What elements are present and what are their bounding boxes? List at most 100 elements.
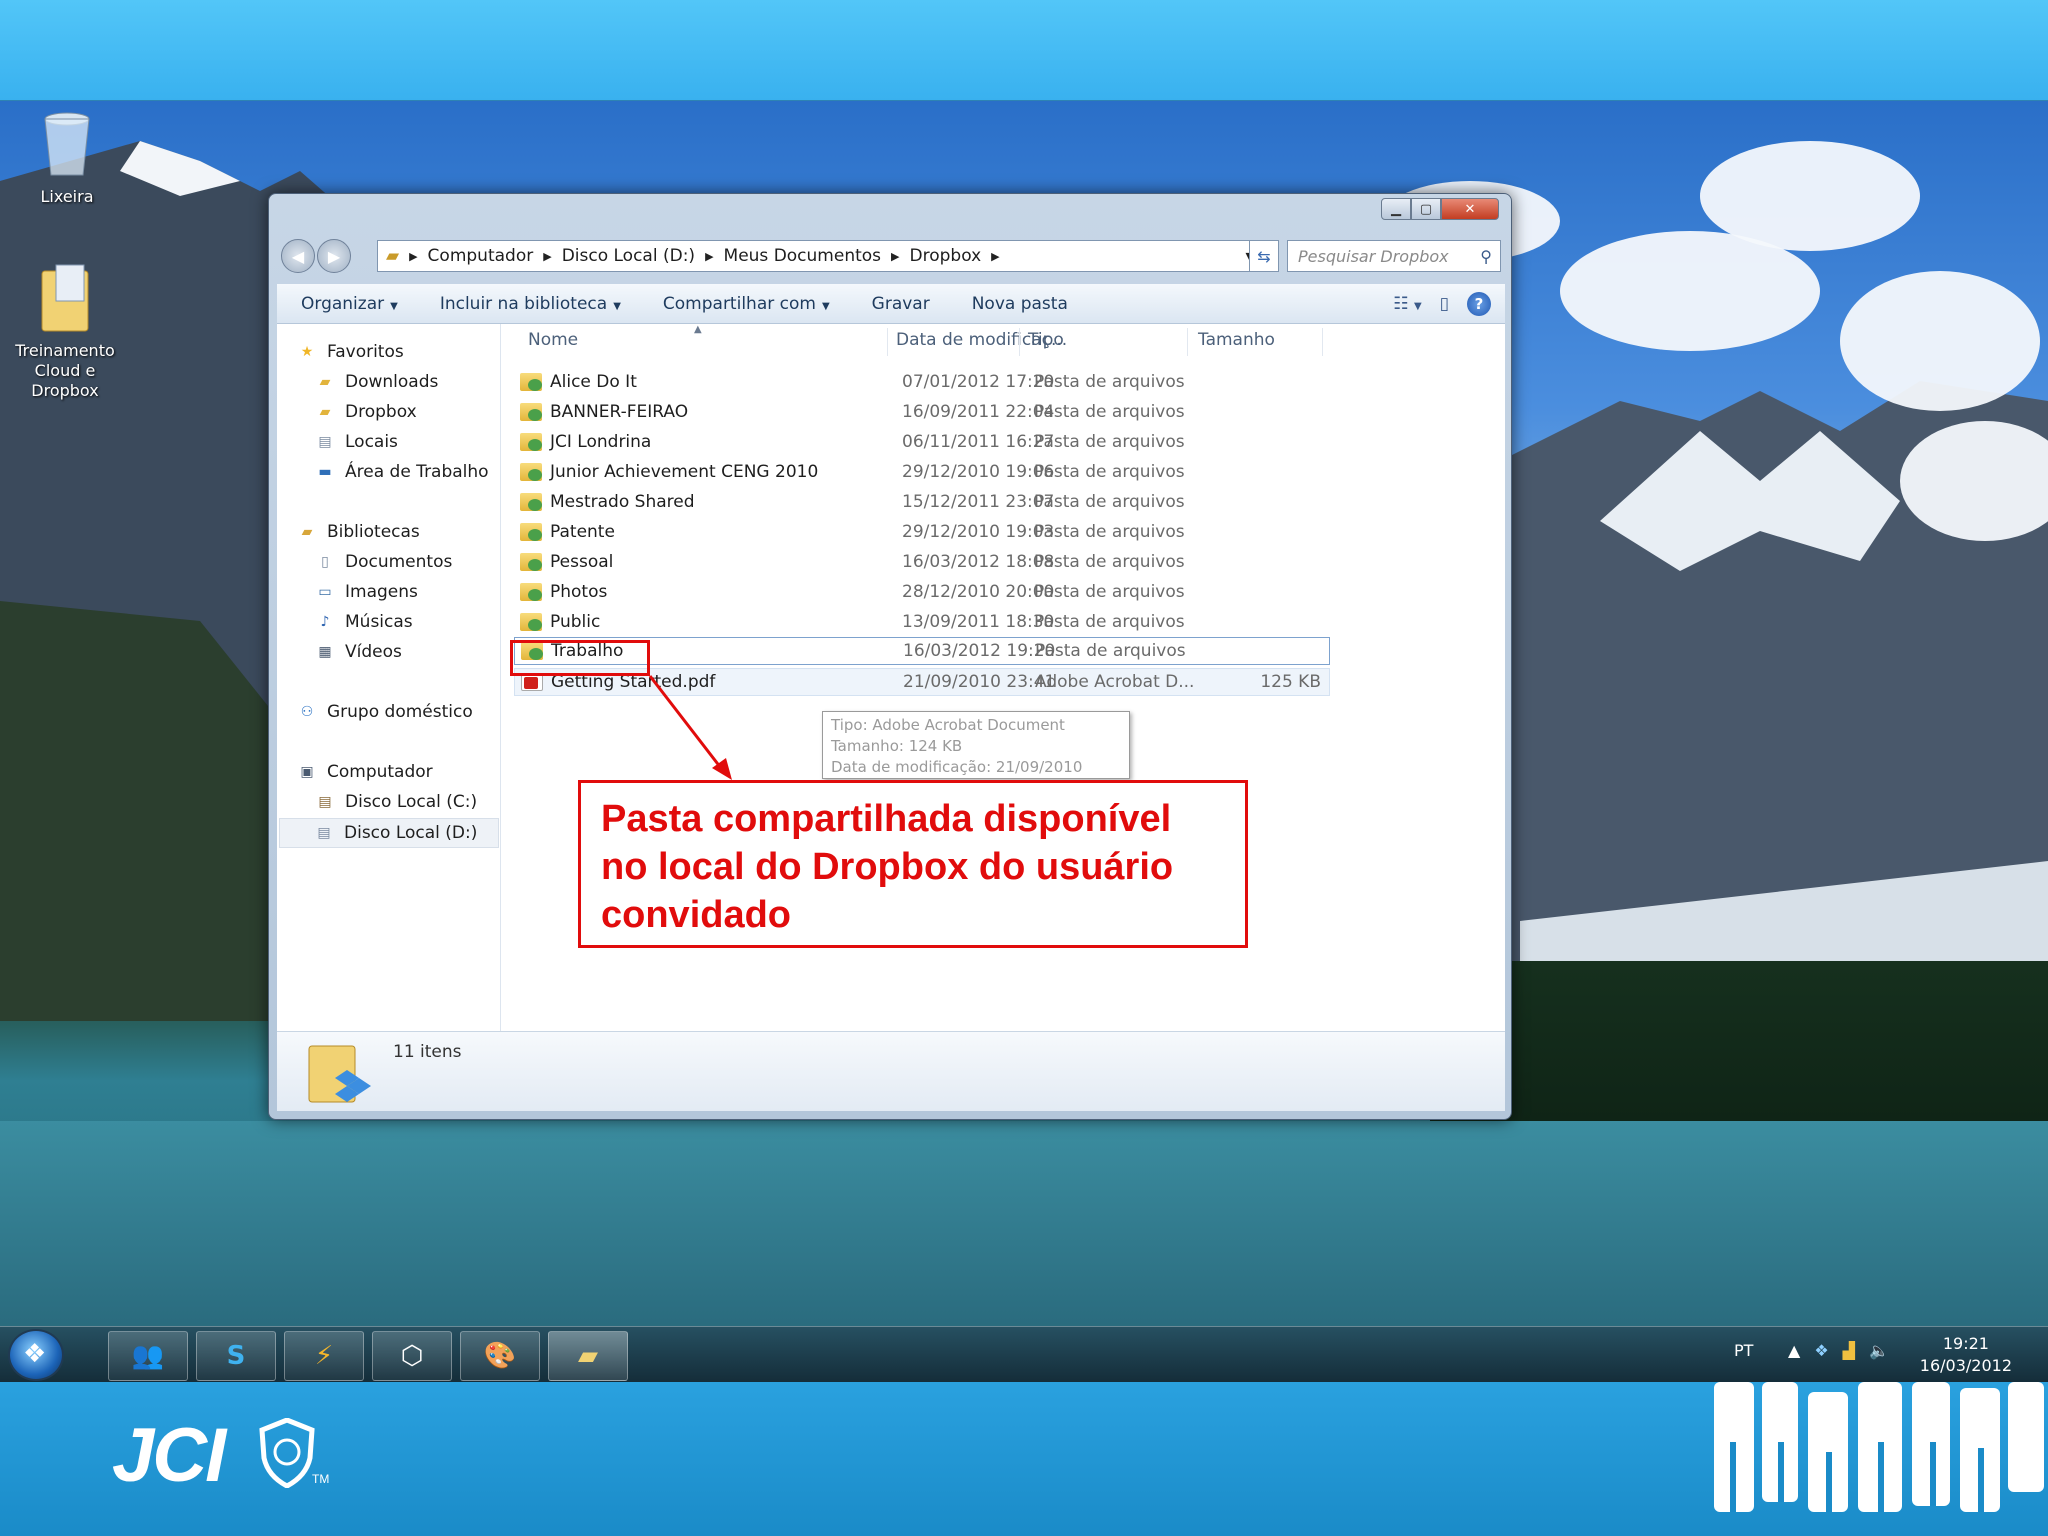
help-button[interactable]: ? (1467, 291, 1491, 316)
column-divider[interactable] (887, 328, 888, 356)
nav-disk-d-label: Disco Local (D:) (344, 823, 478, 843)
file-row[interactable]: Mestrado Shared 15/12/2011 23:07 Pasta de … (514, 488, 1330, 516)
nav-desktop[interactable]: ▬ Área de Trabalho (315, 462, 488, 482)
file-date: 07/01/2012 17:20 (902, 372, 1055, 392)
navigation-pane: ★ Favoritos ▰ Downloads ▰ Dropbox ▤ Locais ▬… (277, 324, 501, 1031)
taskbar-app[interactable]: ⚡ (284, 1331, 364, 1381)
search-input[interactable]: Pesquisar Dropbox ⚲ (1287, 240, 1501, 272)
chevron-down-icon: ▼ (613, 300, 621, 312)
preview-pane-button[interactable]: ▯ (1440, 294, 1449, 314)
file-type: Pasta de arquivos (1034, 522, 1185, 542)
share-with-button[interactable]: Compartilhar com ▼ (663, 294, 830, 314)
burn-button[interactable]: Gravar (872, 294, 930, 314)
file-type: Adobe Acrobat D... (1035, 672, 1195, 692)
taskbar-skype[interactable]: S (196, 1331, 276, 1381)
network-icon[interactable]: ▟ (1843, 1341, 1855, 1360)
forward-button[interactable]: ▶ (317, 239, 351, 273)
breadcrumb-my-documents[interactable]: Meus Documentos (724, 246, 882, 266)
refresh-button[interactable]: ⇆ (1249, 240, 1279, 272)
details-pane: 11 itens (277, 1031, 1505, 1111)
column-header-name[interactable]: Nome (528, 330, 578, 350)
file-size: 125 KB (1260, 672, 1321, 692)
dropbox-folder-icon (308, 1045, 371, 1103)
taskbar-virtualbox[interactable]: ⬡ (372, 1331, 452, 1381)
clock[interactable]: 19:21 16/03/2012 (1920, 1333, 2012, 1377)
breadcrumb-dropbox[interactable]: Dropbox (910, 246, 982, 266)
nav-images[interactable]: ▭ Imagens (315, 582, 418, 602)
language-indicator[interactable]: PT (1734, 1341, 1753, 1360)
file-name: Alice Do It (550, 372, 637, 392)
column-divider[interactable] (1187, 328, 1188, 356)
include-library-button[interactable]: Incluir na biblioteca ▼ (440, 294, 621, 314)
folder-icon (41, 264, 89, 332)
file-row[interactable]: Junior Achievement CENG 2010 29/12/2010 1… (514, 458, 1330, 486)
column-header-type[interactable]: Tipo (1028, 330, 1064, 350)
chevron-down-icon: ▼ (390, 300, 398, 312)
dropbox-folder-icon: ▰ (319, 404, 331, 420)
close-button[interactable]: ✕ (1441, 198, 1499, 220)
training-folder-shortcut[interactable]: Treinamento Cloud e Dropbox (0, 261, 130, 401)
column-header-size[interactable]: Tamanho (1198, 330, 1275, 350)
file-name: Public (550, 612, 601, 632)
shared-folder-icon (520, 373, 542, 391)
shared-folder-icon (520, 493, 542, 511)
nav-documents[interactable]: ▯ Documentos (315, 552, 452, 572)
libraries-icon: ▰ (301, 524, 313, 540)
recycle-bin-shortcut[interactable]: Lixeira (2, 111, 132, 206)
volume-icon[interactable]: 🔈 (1869, 1341, 1889, 1360)
chevron-right-icon: ▶ (543, 249, 552, 263)
column-divider[interactable] (1322, 328, 1323, 356)
taskbar-users-app[interactable]: 👥 (108, 1331, 188, 1381)
nav-disk-c[interactable]: ▤ Disco Local (C:) (315, 792, 477, 812)
minimize-button[interactable]: ▁ (1381, 198, 1411, 220)
column-divider[interactable] (1019, 328, 1020, 356)
nav-downloads[interactable]: ▰ Downloads (315, 372, 439, 392)
nav-locais[interactable]: ▤ Locais (315, 432, 398, 452)
nav-dropbox[interactable]: ▰ Dropbox (315, 402, 417, 422)
file-name: Mestrado Shared (550, 492, 695, 512)
lightning-icon: ⚡ (314, 1341, 334, 1371)
nav-videos[interactable]: ▦ Vídeos (315, 642, 402, 662)
nav-music[interactable]: ♪ Músicas (315, 612, 413, 632)
nav-dropbox-label: Dropbox (345, 402, 417, 422)
address-bar[interactable]: ▰ ▶ Computador ▶ Disco Local (D:) ▶ Meus… (377, 240, 1263, 272)
explorer-window: ▁ ▢ ✕ ◀ ▶ ▰ ▶ Computador ▶ Disco Local (… (268, 193, 1512, 1120)
file-row[interactable]: Pessoal 16/03/2012 18:08 Pasta de arquivos (514, 548, 1330, 576)
file-row[interactable]: Patente 29/12/2010 19:03 Pasta de arquivos (514, 518, 1330, 546)
drive-icon: ▤ (318, 794, 332, 810)
nav-computer-label: Computador (327, 762, 433, 782)
nav-disk-d[interactable]: ▤ Disco Local (D:) (279, 818, 499, 848)
dropbox-tray-icon[interactable]: ❖ (1814, 1341, 1828, 1360)
new-folder-button[interactable]: Nova pasta (972, 294, 1068, 314)
file-row[interactable]: Alice Do It 07/01/2012 17:20 Pasta de arqu… (514, 368, 1330, 396)
organize-button[interactable]: Organizar ▼ (301, 294, 398, 314)
view-options-button[interactable]: ☷ ▼ (1393, 294, 1421, 314)
nav-homegroup[interactable]: ⚇ Grupo doméstico (297, 702, 473, 722)
breadcrumb-computer[interactable]: Computador (428, 246, 534, 266)
file-row[interactable]: Public 13/09/2011 18:30 Pasta de arquivos (514, 608, 1330, 636)
refresh-icon: ⇆ (1257, 246, 1271, 266)
nav-favorites[interactable]: ★ Favoritos (297, 342, 404, 362)
show-hidden-icons-icon[interactable]: ▲ (1788, 1341, 1800, 1360)
shared-folder-icon (520, 403, 542, 421)
file-date: 29/12/2010 19:03 (902, 522, 1055, 542)
file-date: 13/09/2011 18:30 (902, 612, 1055, 632)
arrow-left-icon: ◀ (291, 246, 305, 266)
taskbar-explorer[interactable]: ▰ (548, 1331, 628, 1381)
file-date: 28/12/2010 20:00 (902, 582, 1055, 602)
nav-computer[interactable]: ▣ Computador (297, 762, 433, 782)
chevron-right-icon: ▶ (891, 249, 900, 263)
skype-icon: S (226, 1341, 246, 1371)
breadcrumb-disk-d[interactable]: Disco Local (D:) (562, 246, 695, 266)
lake (0, 1121, 2048, 1326)
file-row[interactable]: JCI Londrina 06/11/2011 16:27 Pasta de arq… (514, 428, 1330, 456)
nav-libraries[interactable]: ▰ Bibliotecas (297, 522, 420, 542)
people-silhouettes (1714, 1382, 2044, 1512)
back-button[interactable]: ◀ (281, 239, 315, 273)
file-row[interactable]: Photos 28/12/2010 20:00 Pasta de arquivos (514, 578, 1330, 606)
start-button[interactable] (8, 1329, 64, 1381)
file-row[interactable]: BANNER-FEIRAO 16/09/2011 22:04 Pasta de ar… (514, 398, 1330, 426)
maximize-button[interactable]: ▢ (1411, 198, 1441, 220)
file-type: Pasta de arquivos (1034, 402, 1185, 422)
taskbar-paint[interactable]: 🎨 (460, 1331, 540, 1381)
